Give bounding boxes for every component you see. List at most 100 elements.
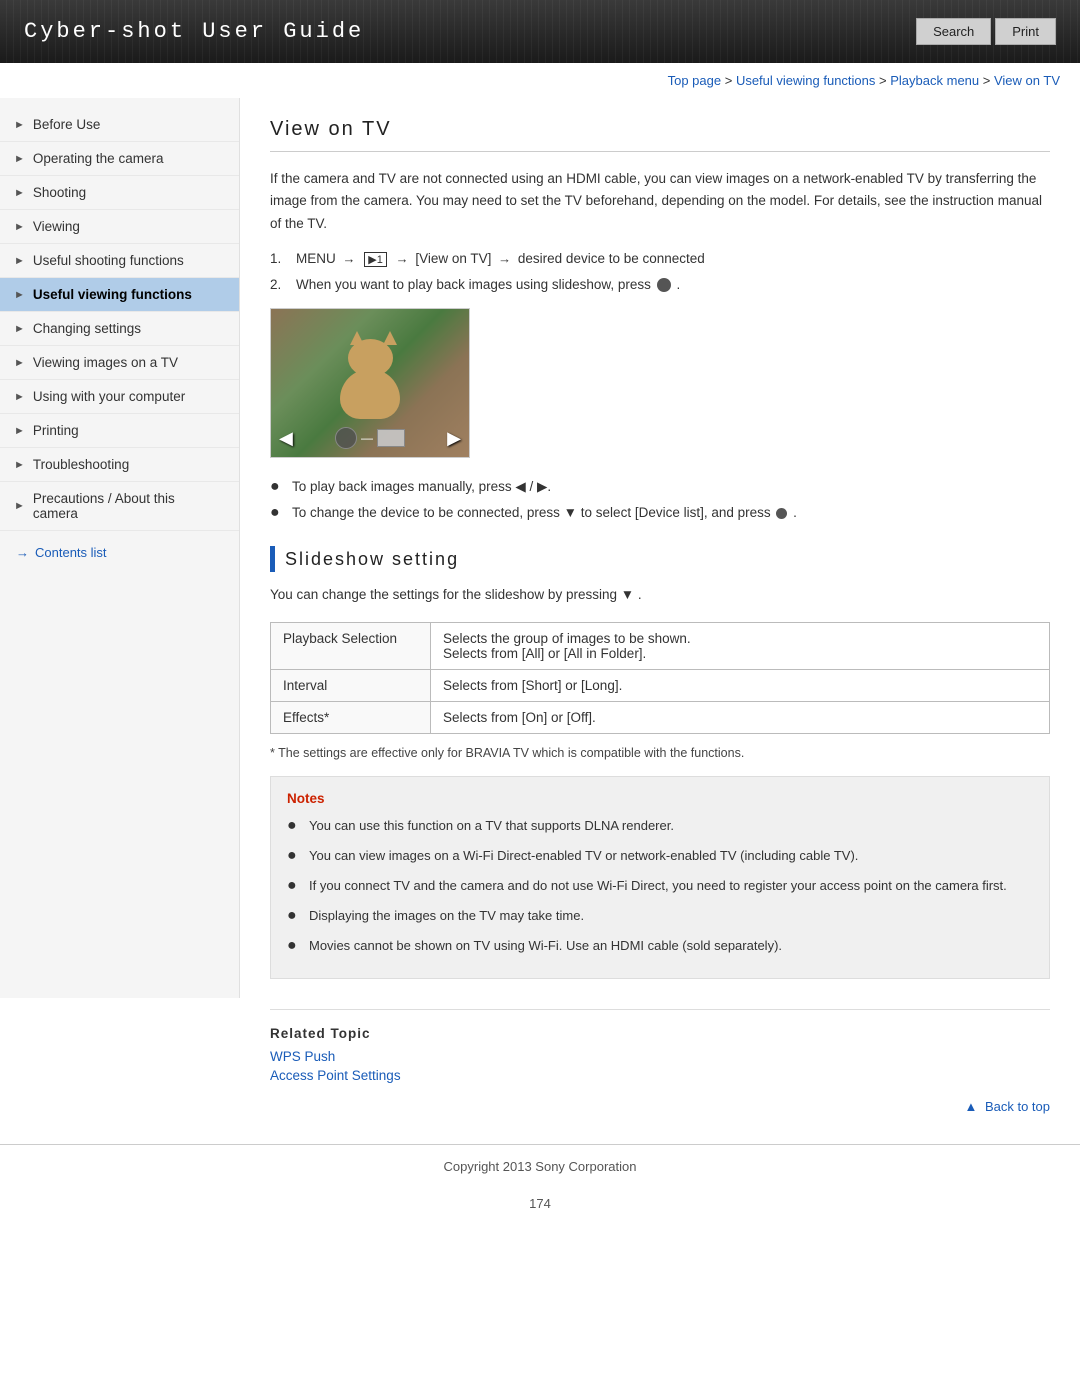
sidebar-item-viewing[interactable]: ► Viewing [0,210,239,244]
breadcrumb: Top page > Useful viewing functions > Pl… [0,63,1080,98]
search-button[interactable]: Search [916,18,991,45]
camera-image: ◀ — ▶ [270,308,470,458]
steps-list: 1. MENU → ▶1 → [View on TV] → desired de… [270,251,1050,292]
table-cell-desc-2: Selects from [Short] or [Long]. [431,669,1050,701]
control-circle [335,427,357,449]
bullet-manual-1: ● To play back images manually, press ◀ … [270,478,1050,496]
slideshow-section-heading: Slideshow setting [270,546,1050,572]
header: Cyber-shot User Guide Search Print [0,0,1080,63]
arrow-right-icon: → [16,545,29,560]
breadcrumb-view-on-tv[interactable]: View on TV [994,73,1060,88]
breadcrumb-playback-menu[interactable]: Playback menu [890,73,979,88]
table-cell-setting-1: Playback Selection [271,622,431,669]
chevron-right-icon: ► [14,391,25,403]
notes-title: Notes [287,791,1033,806]
prev-arrow-icon: ◀ [279,428,293,449]
notes-box: Notes ● You can use this function on a T… [270,776,1050,979]
settings-table: Playback Selection Selects the group of … [270,622,1050,734]
breadcrumb-useful-viewing[interactable]: Useful viewing functions [736,73,875,88]
chevron-right-icon: ► [14,153,25,165]
step-1: 1. MENU → ▶1 → [View on TV] → desired de… [270,251,1050,267]
table-row-effects: Effects* Selects from [On] or [Off]. [271,701,1050,733]
sidebar-item-shooting[interactable]: ► Shooting [0,176,239,210]
breadcrumb-top-page[interactable]: Top page [668,73,722,88]
sidebar-footer: → Contents list [0,531,239,574]
sidebar-item-label: Viewing [33,219,80,234]
main-layout: ► Before Use ► Operating the camera ► Sh… [0,98,1080,1144]
related-link-access-point[interactable]: Access Point Settings [270,1068,1050,1083]
sidebar-item-label: Operating the camera [33,151,164,166]
sidebar-item-useful-shooting[interactable]: ► Useful shooting functions [0,244,239,278]
sidebar-item-using-computer[interactable]: ► Using with your computer [0,380,239,414]
sidebar-item-viewing-images-tv[interactable]: ► Viewing images on a TV [0,346,239,380]
image-controls: — [335,427,405,449]
table-cell-setting-2: Interval [271,669,431,701]
control-dash: — [361,431,373,445]
sidebar-item-label: Useful shooting functions [33,253,184,268]
table-row-interval: Interval Selects from [Short] or [Long]. [271,669,1050,701]
copyright-text: Copyright 2013 Sony Corporation [444,1159,637,1174]
sidebar: ► Before Use ► Operating the camera ► Sh… [0,98,240,998]
step-2: 2. When you want to play back images usi… [270,277,1050,292]
header-title: Cyber-shot User Guide [24,19,364,44]
note-item-5: ● Movies cannot be shown on TV using Wi-… [287,934,1033,958]
sidebar-item-operating-camera[interactable]: ► Operating the camera [0,142,239,176]
related-link-wps-push[interactable]: WPS Push [270,1049,1050,1064]
sidebar-item-label: Useful viewing functions [33,287,192,302]
note-item-3: ● If you connect TV and the camera and d… [287,874,1033,898]
notes-list: ● You can use this function on a TV that… [287,814,1033,958]
section-heading-bar [270,546,275,572]
chevron-right-icon: ► [14,425,25,437]
sidebar-item-troubleshooting[interactable]: ► Troubleshooting [0,448,239,482]
chevron-right-icon: ► [14,187,25,199]
sidebar-item-label: Viewing images on a TV [33,355,178,370]
sidebar-item-label: Troubleshooting [33,457,129,472]
control-rect [377,429,405,447]
manual-bullets: ● To play back images manually, press ◀ … [270,478,1050,522]
next-arrow-icon: ▶ [447,428,461,449]
table-cell-desc-3: Selects from [On] or [Off]. [431,701,1050,733]
back-to-top-arrow-icon: ▲ [964,1099,977,1114]
table-row-playback: Playback Selection Selects the group of … [271,622,1050,669]
intro-text: If the camera and TV are not connected u… [270,168,1050,235]
note-item-1: ● You can use this function on a TV that… [287,814,1033,838]
chevron-right-icon: ► [14,221,25,233]
print-button[interactable]: Print [995,18,1056,45]
note-item-2: ● You can view images on a Wi-Fi Direct-… [287,844,1033,868]
sidebar-item-label: Shooting [33,185,86,200]
image-overlay-controls: ◀ — ▶ [271,427,469,449]
sidebar-item-label: Printing [33,423,79,438]
chevron-right-icon: ► [14,323,25,335]
sidebar-item-precautions[interactable]: ► Precautions / About this camera [0,482,239,531]
table-cell-setting-3: Effects* [271,701,431,733]
chevron-right-icon: ► [14,357,25,369]
header-buttons: Search Print [916,18,1056,45]
table-cell-desc-1: Selects the group of images to be shown.… [431,622,1050,669]
contents-list-link[interactable]: Contents list [35,545,107,560]
sidebar-item-before-use[interactable]: ► Before Use [0,108,239,142]
chevron-right-icon: ► [14,119,25,131]
footer: Copyright 2013 Sony Corporation [0,1144,1080,1188]
chevron-right-icon: ► [14,289,25,301]
table-note: * The settings are effective only for BR… [270,746,1050,760]
cat-shape [330,329,410,419]
sidebar-item-label: Precautions / About this camera [33,491,223,521]
sidebar-item-useful-viewing[interactable]: ► Useful viewing functions [0,278,239,312]
sidebar-item-label: Before Use [33,117,101,132]
page-number: 174 [0,1188,1080,1219]
back-to-top-link[interactable]: ▲ Back to top [964,1099,1050,1114]
chevron-right-icon: ► [14,255,25,267]
sidebar-item-changing-settings[interactable]: ► Changing settings [0,312,239,346]
chevron-right-icon: ► [14,500,25,512]
chevron-right-icon: ► [14,459,25,471]
slideshow-heading-text: Slideshow setting [285,549,459,570]
sidebar-item-printing[interactable]: ► Printing [0,414,239,448]
bullet-manual-2: ● To change the device to be connected, … [270,504,1050,522]
content-area: View on TV If the camera and TV are not … [240,98,1080,1144]
slideshow-description: You can change the settings for the slid… [270,584,1050,606]
sidebar-item-label: Changing settings [33,321,141,336]
back-to-top: ▲ Back to top [270,1099,1050,1114]
related-topic-label: Related Topic [270,1026,1050,1041]
related-topic: Related Topic WPS Push Access Point Sett… [270,1009,1050,1083]
page-title: View on TV [270,118,1050,152]
